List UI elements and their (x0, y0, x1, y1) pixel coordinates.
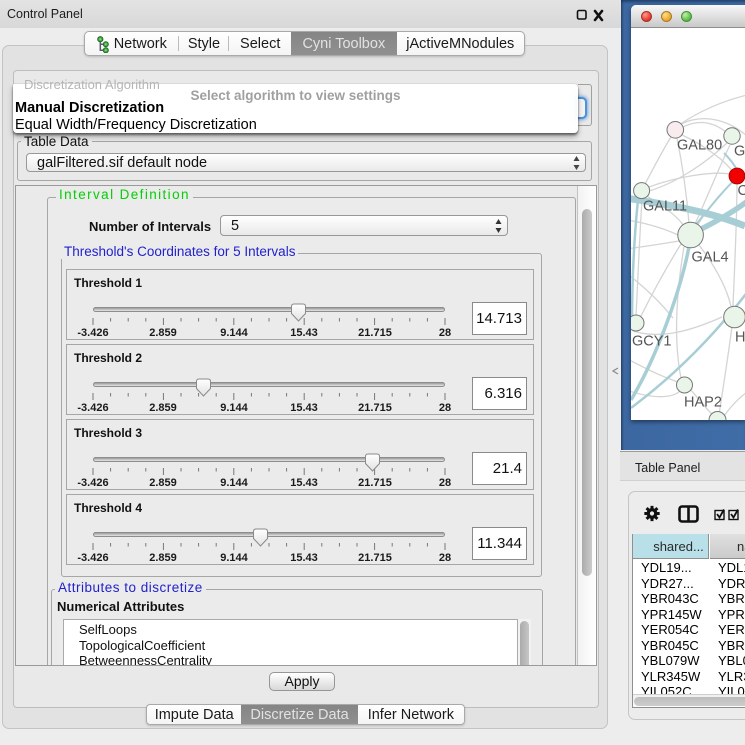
svg-text:HAP2: HAP2 (684, 395, 722, 411)
svg-text:H: H (735, 330, 745, 346)
svg-text:GCY1: GCY1 (632, 334, 672, 350)
svg-text:C: C (738, 183, 745, 199)
svg-text:GAL11: GAL11 (643, 199, 687, 215)
svg-text:GAL80: GAL80 (677, 138, 722, 154)
svg-text:GAL4: GAL4 (692, 250, 729, 266)
svg-text:GA: GA (734, 144, 745, 160)
